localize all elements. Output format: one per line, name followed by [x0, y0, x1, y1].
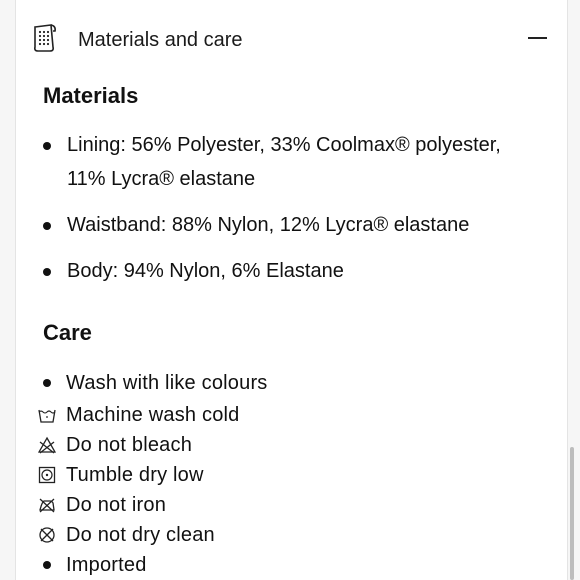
care-item-text: Do not bleach [66, 434, 193, 456]
materials-list-item: Body: 94% Nylon, 6% Elastane [43, 254, 523, 288]
materials-list-item: Waistband: 88% Nylon, 12% Lycra® elastan… [43, 208, 523, 242]
bullet-icon [43, 142, 51, 150]
care-item-text: Wash with like colours [66, 372, 268, 394]
care-list-item: Tumble dry low [38, 460, 518, 490]
bullet-icon [43, 268, 51, 276]
do-not-bleach-icon [38, 436, 56, 454]
fabric-swatch-icon [34, 24, 56, 52]
care-list-item: Do not dry clean [38, 520, 518, 550]
materials-item-text: Waistband: 88% Nylon, 12% Lycra® elastan… [67, 214, 470, 236]
care-item-text: Machine wash cold [66, 404, 240, 426]
care-heading: Care [43, 320, 92, 345]
care-list-item: Machine wash cold [38, 400, 518, 430]
materials-item-text: Body: 94% Nylon, 6% Elastane [67, 260, 344, 282]
scrollbar-thumb[interactable] [570, 447, 574, 580]
care-list-item: Imported [38, 550, 518, 580]
care-item-text: Tumble dry low [66, 464, 204, 486]
accordion-title: Materials and care [78, 29, 243, 51]
care-list-item: Do not iron [38, 490, 518, 520]
bullet-icon [43, 222, 51, 230]
materials-heading: Materials [43, 83, 139, 108]
care-item-text: Do not iron [66, 494, 167, 516]
bullet-icon [43, 379, 51, 387]
bullet-icon [43, 561, 51, 569]
minus-icon [528, 37, 547, 39]
care-item-text: Imported [66, 554, 147, 576]
materials-list-item: Lining: 56% Polyester, 33% Coolmax® poly… [43, 128, 523, 196]
care-item-text: Do not dry clean [66, 524, 215, 546]
care-list-item: Wash with like colours [38, 368, 518, 398]
accordion-header[interactable]: Materials and care [16, 0, 567, 76]
care-list-item: Do not bleach [38, 430, 518, 460]
tumble-dry-low-icon [38, 466, 56, 484]
do-not-dry-clean-icon [39, 527, 55, 543]
machine-wash-cold-icon [38, 409, 56, 423]
materials-care-panel: Materials and care Materials Lining: 56%… [15, 0, 568, 580]
do-not-iron-icon [39, 498, 55, 513]
collapse-button[interactable] [522, 26, 556, 52]
materials-item-text: Lining: 56% Polyester, 33% Coolmax® poly… [67, 134, 501, 190]
